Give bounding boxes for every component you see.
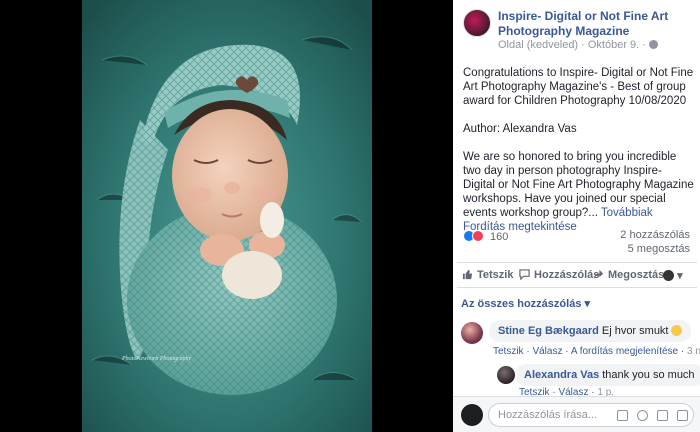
comment-text: thank you so much <box>602 369 695 381</box>
post-paragraph-1: Congratulations to Inspire- Digital or N… <box>463 67 694 107</box>
page-avatar[interactable] <box>463 9 491 37</box>
comment-composer: Hozzászólás írása... <box>453 396 700 432</box>
post-stats: 160 2 hozzászólás 5 megosztás <box>463 228 690 258</box>
camera-icon[interactable] <box>657 410 668 421</box>
share-icon <box>593 269 604 280</box>
comment-input-placeholder: Hozzászólás írása... <box>498 409 598 421</box>
comment-bubble: Stine Eg Bækgaard Ej hvor smukt <box>489 320 691 342</box>
post-meta: Oldal (kedveled) · Október 9. · <box>498 39 658 51</box>
post-meta-text: Oldal (kedveled) · Október 9. · <box>498 39 646 51</box>
post-paragraph-2: Author: Alexandra Vas <box>463 123 577 135</box>
comment-translate-link[interactable]: A fordítás megjelenítése <box>571 346 678 357</box>
heart-eyes-emoji-icon <box>670 325 682 336</box>
thumbs-up-icon <box>462 269 473 280</box>
post-text: Congratulations to Inspire- Digital or N… <box>463 66 695 234</box>
comment-count[interactable]: 2 hozzászólás <box>620 229 690 241</box>
commenter-avatar[interactable] <box>497 366 515 384</box>
share-count[interactable]: 5 megosztás <box>628 243 690 255</box>
audience-avatar <box>663 270 674 281</box>
comment-time[interactable]: 3 napja <box>687 346 700 357</box>
my-avatar <box>461 404 483 426</box>
share-button[interactable]: Megosztás <box>593 269 664 281</box>
post-side-panel: Inspire- Digital or Not Fine Art Photogr… <box>453 0 700 432</box>
comment-actions: Tetszik · Válasz · A fordítás megjelenít… <box>493 346 700 357</box>
gif-icon[interactable] <box>677 410 688 421</box>
audience-selector[interactable]: ▾ <box>663 269 683 282</box>
page-name-link[interactable]: Inspire- Digital or Not Fine Art Photogr… <box>498 9 693 39</box>
sticker-icon[interactable] <box>617 410 628 421</box>
comment-button[interactable]: Hozzászólás <box>519 269 599 281</box>
photo-stage[interactable]: PhotoNewborn Photography <box>0 0 453 432</box>
globe-icon <box>648 40 658 49</box>
comment-bubble: Alexandra Vas thank you so much <box>515 364 700 386</box>
comment-icon <box>519 269 530 280</box>
comment-button-label: Hozzászólás <box>534 269 600 281</box>
comment-input[interactable]: Hozzászólás írása... <box>488 403 694 427</box>
audience-caret-icon: ▾ <box>677 270 683 282</box>
comment-text: Ej hvor smukt <box>601 325 669 337</box>
reaction-count[interactable]: 160 <box>490 231 508 243</box>
photo-watermark: PhotoNewborn Photography <box>121 356 192 362</box>
comment-reply-link[interactable]: Válasz <box>532 346 562 357</box>
commenter-avatar[interactable] <box>461 322 483 344</box>
comment-author[interactable]: Alexandra Vas <box>524 369 599 381</box>
post-header: Inspire- Digital or Not Fine Art Photogr… <box>453 0 700 58</box>
newborn-illustration: PhotoNewborn Photography <box>82 0 372 432</box>
like-button[interactable]: Tetszik <box>462 269 513 281</box>
all-comments-filter[interactable]: Az összes hozzászólás ▾ <box>461 297 590 310</box>
post-actions: Tetszik Hozzászólás Megosztás ▾ <box>457 262 697 288</box>
share-button-label: Megosztás <box>608 269 665 281</box>
comment-like-link[interactable]: Tetszik <box>493 346 524 357</box>
newborn-photo[interactable]: PhotoNewborn Photography <box>82 0 372 432</box>
comment-author[interactable]: Stine Eg Bækgaard <box>498 325 599 337</box>
like-button-label: Tetszik <box>477 269 514 281</box>
emoji-icon[interactable] <box>637 410 648 421</box>
love-reaction-icon[interactable] <box>472 230 484 242</box>
post-paragraph-3: We are so honored to bring you incredibl… <box>463 151 694 219</box>
see-more-link[interactable]: Továbbiak <box>601 207 653 219</box>
photo-viewer: PhotoNewborn Photography Inspire- Digita… <box>0 0 700 432</box>
